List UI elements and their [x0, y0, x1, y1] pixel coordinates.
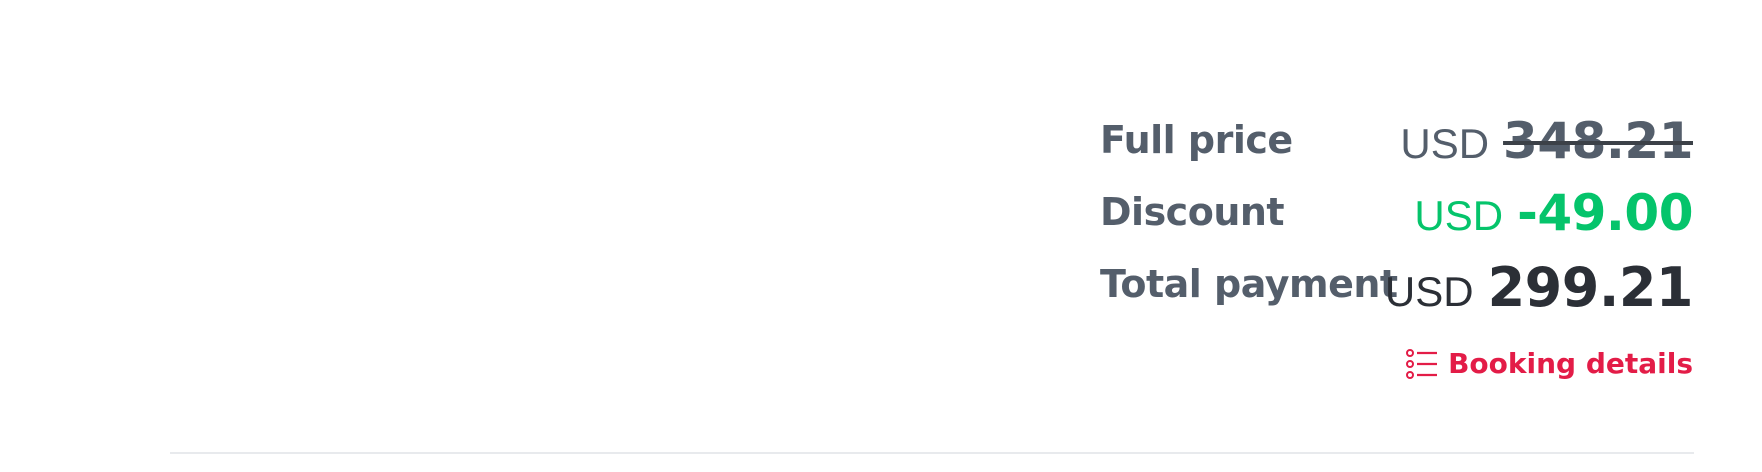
discount-amount: -49.00: [1517, 184, 1693, 242]
booking-details-link[interactable]: Booking details: [1406, 347, 1693, 380]
full-price-label: Full price: [1100, 118, 1293, 162]
full-price-row: Full price USD 348.21: [1100, 112, 1693, 184]
full-price-amount: 348.21: [1503, 112, 1693, 170]
discount-label: Discount: [1100, 190, 1285, 234]
section-divider: [170, 452, 1694, 454]
price-summary: Full price USD 348.21 Discount USD -49.0…: [1100, 112, 1694, 380]
booking-details-label: Booking details: [1448, 347, 1693, 380]
full-price-currency: USD: [1400, 120, 1490, 167]
total-payment-value: USD 299.21: [1384, 256, 1694, 319]
list-icon: [1406, 348, 1438, 379]
discount-value: USD -49.00: [1414, 184, 1693, 242]
full-price-value: USD 348.21: [1400, 112, 1693, 170]
total-payment-currency: USD: [1384, 268, 1474, 315]
total-payment-amount: 299.21: [1487, 256, 1694, 319]
total-payment-row: Total payment USD 299.21: [1100, 256, 1694, 328]
total-payment-label: Total payment: [1100, 262, 1398, 306]
discount-currency: USD: [1414, 192, 1504, 239]
discount-row: Discount USD -49.00: [1100, 184, 1693, 256]
